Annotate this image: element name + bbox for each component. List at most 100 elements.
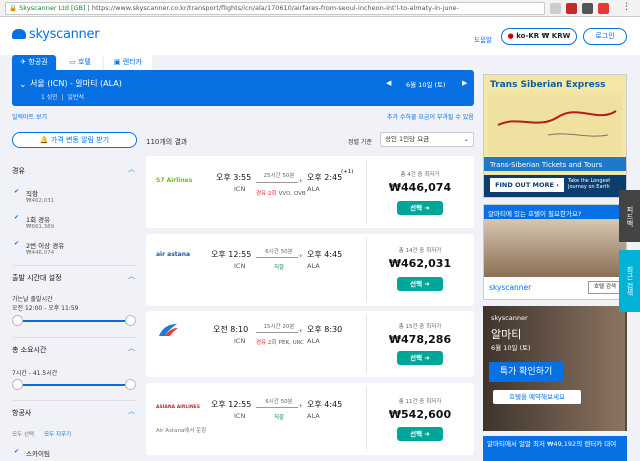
recent-search-tab[interactable]: 최근 검색	[619, 250, 640, 312]
ad-hotel[interactable]: 알마티에 있는 호텔이 필요한가요? skyscanner 호텔 검색	[483, 204, 627, 300]
book-hotel-button[interactable]: 호텔을 예약해보세요	[493, 390, 581, 404]
stop-count: 경유 2회	[256, 340, 277, 346]
sort-label: 정렬 기준	[348, 139, 372, 146]
deals-count: 총 4건 중 최저가	[400, 172, 440, 178]
chevron-up-icon[interactable]: ︿	[128, 164, 135, 174]
car-icon: ▣	[113, 58, 123, 66]
skyscanner-logo: skyscanner	[491, 314, 528, 322]
login-button[interactable]: 로그인	[583, 28, 627, 45]
airline-logo: S7 Airlines	[156, 177, 193, 184]
duration-slider-track[interactable]	[16, 384, 134, 386]
filter-stops-title: 경유	[12, 167, 25, 175]
select-button[interactable]: 선택 ➜	[397, 351, 443, 365]
help-link[interactable]: 도움말	[474, 34, 492, 44]
tab-flights[interactable]: ✈ 항공권	[12, 55, 56, 70]
find-out-more-button[interactable]: FIND OUT MORE ›	[490, 178, 564, 192]
arrive-time: 오후 2:45	[307, 173, 343, 182]
baggage-fees-link[interactable]: 추가 수하물 요금이 부과될 수 있음	[387, 112, 474, 121]
duration: 6시간 50분	[265, 249, 293, 255]
checkbox-two-plus-stops[interactable]: ✔	[14, 241, 20, 247]
select-all-link[interactable]: 모두 선택	[12, 430, 34, 438]
route-line	[256, 407, 298, 408]
select-button[interactable]: 선택 ➜	[397, 201, 443, 215]
extension-icon[interactable]	[582, 3, 593, 14]
ad-trans-siberian[interactable]: Trans Siberian Express Trans-Siberian Ti…	[483, 74, 627, 198]
map-icon	[488, 95, 622, 155]
menu-icon[interactable]: ⋮	[622, 3, 633, 14]
ad-hotel-deal[interactable]: skyscanner 알마티 6월 10일 (토) 특가 확인하기 호텔을 예약…	[483, 306, 627, 431]
flag-icon: ●	[507, 32, 517, 40]
tab-car-hire[interactable]: ▣ 렌터카	[104, 55, 152, 70]
promo-city: 알마티	[491, 328, 522, 341]
ad-car-hire[interactable]: 알마티에서 얼말 최저 ₩49,192의 렌터카 대여	[483, 436, 627, 461]
divider	[12, 400, 137, 401]
prev-date-icon[interactable]: ◀	[386, 79, 391, 87]
departure-date: 6월 10일 (토)	[406, 81, 446, 89]
chevron-up-icon[interactable]: ︿	[128, 343, 135, 353]
slider-handle-max[interactable]	[125, 379, 136, 390]
checkbox-skyteam[interactable]: ✔	[14, 449, 20, 455]
address-bar[interactable]: 🔒 Skyscanner Ltd [GB] | https://www.skys…	[5, 2, 545, 15]
promo-headline: 특가 확인하기	[489, 362, 563, 382]
ad-title: Trans Siberian Express	[490, 80, 606, 90]
slider-handle-min[interactable]	[12, 379, 23, 390]
skyscanner-logo[interactable]: skyscanner	[12, 27, 100, 42]
feedback-tab[interactable]: 피드백	[619, 190, 640, 242]
arrive-time: 오후 4:45	[307, 250, 343, 259]
filter-duration-title: 총 소요시간	[12, 346, 47, 354]
depart-time: 오후 3:55	[216, 173, 252, 182]
select-button[interactable]: 선택 ➜	[397, 427, 443, 441]
slider-handle-max[interactable]	[125, 315, 136, 326]
hotel-search-button[interactable]: 호텔 검색	[588, 281, 622, 294]
filter-option-price: ₩661,389	[26, 224, 55, 230]
price: ₩478,286	[388, 333, 452, 346]
depart-code: ICN	[234, 337, 246, 345]
plane-icon: ✈	[298, 328, 304, 335]
depart-code: ICN	[234, 262, 246, 270]
url-text: https://www.skyscanner.co.kr/transport/f…	[91, 4, 459, 12]
filter-option-label: 직항	[26, 190, 38, 198]
clear-all-link[interactable]: 모두 지우기	[44, 430, 71, 438]
deals-count: 총 15건 중 최저가	[398, 324, 442, 330]
ad-tagline: Take the Longest Journey on Earth	[568, 178, 611, 190]
chevron-up-icon[interactable]: ︿	[128, 271, 135, 281]
chevron-up-icon[interactable]: ︿	[128, 406, 135, 416]
site-identity: Skyscanner Ltd [GB]	[19, 4, 86, 12]
locale-button[interactable]: ● ko-KR ₩ KRW	[501, 28, 577, 45]
depart-code: ICN	[234, 185, 246, 193]
filter-option-price: ₩446,074	[26, 250, 55, 256]
bed-icon: ▭	[69, 58, 78, 66]
tab-hotels[interactable]: ▭ 호텔	[58, 55, 102, 70]
sort-select[interactable]: 성인 1인당 요금 ⌄	[380, 132, 474, 147]
extension-icon[interactable]	[598, 3, 609, 14]
bell-icon: 🔔	[39, 136, 51, 144]
divider	[12, 337, 137, 338]
checkbox-one-stop[interactable]: ✔	[14, 215, 20, 221]
route-line	[256, 332, 298, 333]
next-date-icon[interactable]: ▶	[462, 79, 467, 87]
hotel-room-image	[484, 219, 626, 277]
chevron-down-icon: ⌄	[463, 135, 469, 143]
filter-airlines-title: 항공사	[12, 409, 32, 417]
slider-handle-min[interactable]	[12, 315, 23, 326]
divider	[12, 265, 137, 266]
china-southern-logo-icon	[159, 324, 178, 336]
star-icon[interactable]	[550, 3, 561, 14]
extension-icon[interactable]	[566, 3, 577, 14]
ad-subtitle: Trans-Siberian Tickets and Tours	[490, 161, 603, 169]
promo-date: 6월 10일 (토)	[491, 344, 531, 352]
stop-count: 직항	[273, 265, 285, 271]
lock-icon: 🔒	[9, 4, 20, 12]
checkbox-direct[interactable]: ✔	[14, 189, 20, 195]
price: ₩542,600	[388, 408, 452, 421]
arrive-code: ALA	[307, 185, 320, 193]
price-alert-button[interactable]: 🔔 가격 변동 알림 받기	[12, 132, 137, 148]
result-card[interactable]	[146, 234, 474, 306]
operated-by: Air Astana에서 운항	[156, 428, 207, 434]
duration: 15시간 20분	[263, 324, 295, 330]
compare-month-link[interactable]: 일럭마트 보기	[12, 112, 47, 121]
select-button[interactable]: 선택 ➜	[397, 277, 443, 291]
duration: 6시간 50분	[265, 399, 293, 405]
chevron-down-icon[interactable]: ⌄	[19, 80, 27, 90]
departure-slider-track[interactable]	[16, 320, 134, 322]
